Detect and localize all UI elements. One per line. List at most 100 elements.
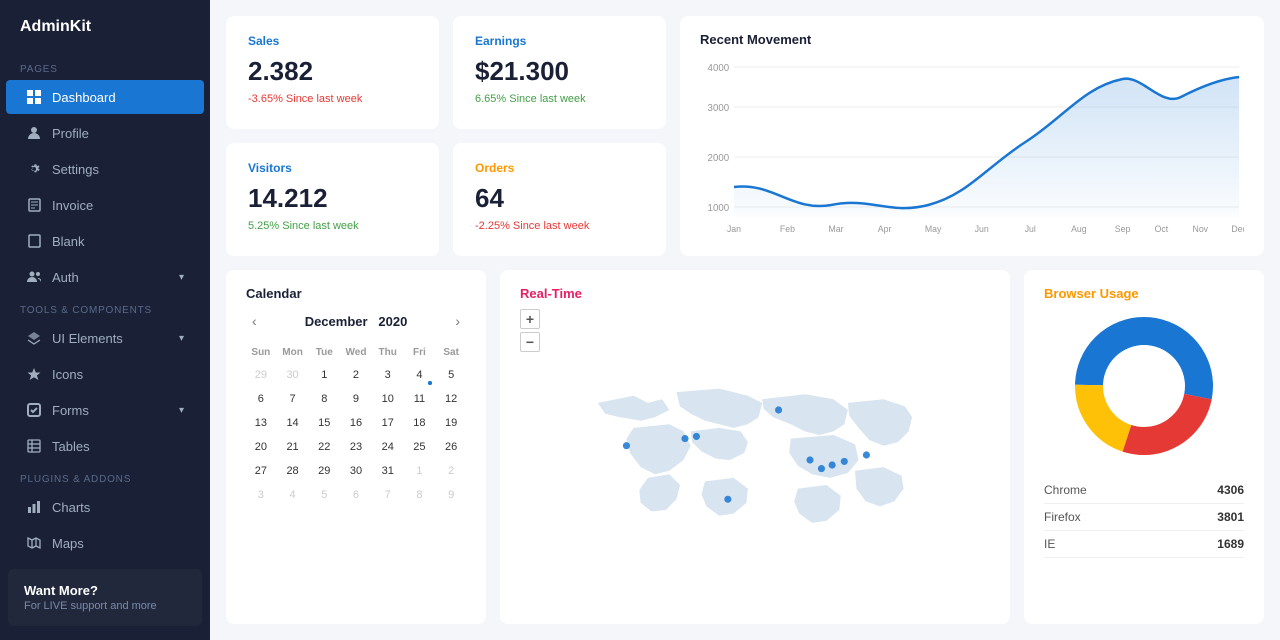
pages-section-label: Pages xyxy=(0,54,210,79)
sidebar-item-dashboard[interactable]: Dashboard xyxy=(6,80,204,114)
cal-day[interactable]: 6 xyxy=(341,484,371,506)
svg-text:May: May xyxy=(925,224,942,234)
cal-day[interactable]: 19 xyxy=(436,412,466,434)
sidebar-item-icons[interactable]: Icons xyxy=(6,357,204,391)
cal-day[interactable]: 2 xyxy=(341,364,371,386)
chart-icon xyxy=(26,499,42,515)
map-zoom-controls: + − xyxy=(520,309,990,352)
svg-text:Jun: Jun xyxy=(975,224,989,234)
cal-day[interactable]: 25 xyxy=(405,436,435,458)
cal-day[interactable]: 4 xyxy=(405,364,435,386)
cal-day[interactable]: 2 xyxy=(436,460,466,482)
cal-day[interactable]: 31 xyxy=(373,460,403,482)
sidebar-item-profile[interactable]: Profile xyxy=(6,116,204,150)
cal-day[interactable]: 13 xyxy=(246,412,276,434)
cta-title: Want More? xyxy=(24,583,186,598)
cal-day[interactable]: 26 xyxy=(436,436,466,458)
cal-day[interactable]: 9 xyxy=(436,484,466,506)
cta-subtitle: For LIVE support and more xyxy=(24,600,186,612)
cal-day[interactable]: 1 xyxy=(405,460,435,482)
cal-day[interactable]: 24 xyxy=(373,436,403,458)
cal-day[interactable]: 20 xyxy=(246,436,276,458)
cal-day[interactable]: 29 xyxy=(246,364,276,386)
day-header-thu: Thu xyxy=(373,343,403,362)
stat-label: Sales xyxy=(248,34,417,48)
cal-day[interactable]: 3 xyxy=(246,484,276,506)
cal-day[interactable]: 5 xyxy=(436,364,466,386)
svg-text:Nov: Nov xyxy=(1193,224,1209,234)
line-chart-svg: 4000 3000 2000 1000 xyxy=(700,57,1244,237)
check-icon xyxy=(26,402,42,418)
stat-change: -3.65% Since last week xyxy=(248,93,417,105)
stat-card-orders: Orders 64 -2.25% Since last week xyxy=(453,143,666,256)
tools-section-label: Tools & Components xyxy=(0,295,210,320)
cal-day[interactable]: 6 xyxy=(246,388,276,410)
zoom-in-button[interactable]: + xyxy=(520,309,540,329)
sidebar-item-invoice[interactable]: Invoice xyxy=(6,188,204,222)
sidebar-item-charts[interactable]: Charts xyxy=(6,490,204,524)
cal-day[interactable]: 1 xyxy=(309,364,339,386)
zoom-out-button[interactable]: − xyxy=(520,332,540,352)
sidebar-item-label: Blank xyxy=(52,234,85,249)
sidebar-item-label: Profile xyxy=(52,126,89,141)
next-month-button[interactable]: › xyxy=(449,311,466,331)
svg-text:Sep: Sep xyxy=(1115,224,1131,234)
cal-day[interactable]: 3 xyxy=(373,364,403,386)
sidebar-item-blank[interactable]: Blank xyxy=(6,224,204,258)
cal-day[interactable]: 8 xyxy=(405,484,435,506)
svg-text:Oct: Oct xyxy=(1155,224,1169,234)
grid-icon xyxy=(26,89,42,105)
browser-count: 3801 xyxy=(1217,510,1244,524)
cal-day[interactable]: 10 xyxy=(373,388,403,410)
cal-day[interactable]: 15 xyxy=(309,412,339,434)
map-icon xyxy=(26,535,42,551)
cal-day[interactable]: 28 xyxy=(278,460,308,482)
sidebar-item-ui-elements[interactable]: UI Elements ▾ xyxy=(6,321,204,355)
cal-day[interactable]: 7 xyxy=(373,484,403,506)
sidebar-item-auth[interactable]: Auth ▾ xyxy=(6,260,204,294)
cal-day[interactable]: 27 xyxy=(246,460,276,482)
cal-day[interactable]: 7 xyxy=(278,388,308,410)
cal-day[interactable]: 22 xyxy=(309,436,339,458)
cal-day[interactable]: 5 xyxy=(309,484,339,506)
sidebar-item-maps[interactable]: Maps xyxy=(6,526,204,560)
svg-text:4000: 4000 xyxy=(708,63,730,74)
cal-day[interactable]: 29 xyxy=(309,460,339,482)
cal-day[interactable]: 9 xyxy=(341,388,371,410)
browser-usage-card: Browser Usage Chrome 4306 xyxy=(1024,270,1264,624)
calendar-grid: Sun Mon Tue Wed Thu Fri Sat 29 30 1 2 3 … xyxy=(246,343,466,506)
stat-change: 5.25% Since last week xyxy=(248,220,417,232)
cal-day[interactable]: 30 xyxy=(278,364,308,386)
browser-count: 4306 xyxy=(1217,483,1244,497)
app-logo: AdminKit xyxy=(0,0,210,54)
svg-text:Feb: Feb xyxy=(780,224,795,234)
prev-month-button[interactable]: ‹ xyxy=(246,311,263,331)
realtime-title: Real-Time xyxy=(520,286,990,301)
sidebar-item-forms[interactable]: Forms ▾ xyxy=(6,393,204,427)
cal-day[interactable]: 30 xyxy=(341,460,371,482)
svg-text:1000: 1000 xyxy=(708,203,730,214)
sidebar-item-label: UI Elements xyxy=(52,331,123,346)
donut-chart xyxy=(1044,311,1244,461)
cal-day[interactable]: 17 xyxy=(373,412,403,434)
day-header-sat: Sat xyxy=(436,343,466,362)
sidebar-item-tables[interactable]: Tables xyxy=(6,429,204,463)
sidebar-item-settings[interactable]: Settings xyxy=(6,152,204,186)
stat-label: Visitors xyxy=(248,161,417,175)
cal-day[interactable]: 11 xyxy=(405,388,435,410)
cal-day[interactable]: 18 xyxy=(405,412,435,434)
cal-day[interactable]: 14 xyxy=(278,412,308,434)
cal-day[interactable]: 12 xyxy=(436,388,466,410)
calendar-month-year: December 2020 xyxy=(305,314,408,329)
browser-usage-title: Browser Usage xyxy=(1044,286,1244,301)
sidebar-cta[interactable]: Want More? For LIVE support and more xyxy=(8,569,202,626)
browser-row-ie: IE 1689 xyxy=(1044,531,1244,558)
table-icon xyxy=(26,438,42,454)
cal-day[interactable]: 23 xyxy=(341,436,371,458)
donut-svg xyxy=(1069,311,1219,461)
cal-day[interactable]: 8 xyxy=(309,388,339,410)
cal-day[interactable]: 4 xyxy=(278,484,308,506)
cal-day[interactable]: 21 xyxy=(278,436,308,458)
sidebar: AdminKit Pages Dashboard Profile Setting… xyxy=(0,0,210,640)
cal-day[interactable]: 16 xyxy=(341,412,371,434)
